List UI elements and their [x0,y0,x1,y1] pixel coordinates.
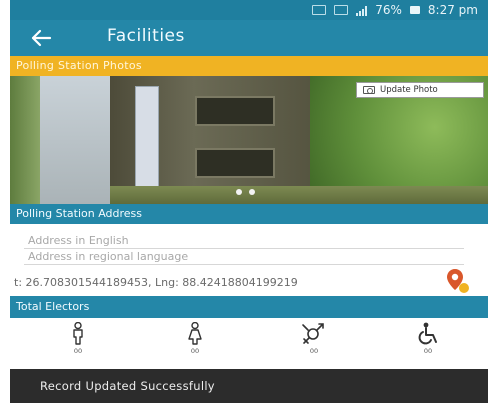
electors-section-header: Total Electors [10,296,488,318]
toolbar: Facilities [10,20,488,56]
camera-icon [363,86,375,94]
male-electors[interactable]: 00 [58,322,98,362]
pwd-count: 00 [423,347,433,355]
address-regional-field[interactable]: Address in regional language [28,250,188,263]
photo-window [195,148,275,178]
polling-station-photo[interactable]: Update Photo [10,76,488,204]
male-icon [73,322,83,345]
battery-icon [409,6,420,14]
female-electors[interactable]: 00 [175,322,215,362]
toast-message: Record Updated Successfully [10,369,488,403]
third-gender-count: 00 [309,347,319,355]
update-photo-label: Update Photo [380,85,438,95]
battery-percent: 76% [375,3,402,17]
wheelchair-icon [418,322,437,345]
back-arrow-icon[interactable] [30,28,52,48]
divider [24,248,464,249]
data-icon [334,5,349,15]
clock: 8:27 pm [427,3,478,17]
photo-tree [10,76,40,204]
address-english-field[interactable]: Address in English [28,234,129,247]
pwd-electors[interactable]: 00 [408,322,448,362]
lat-lng-text: t: 26.708301544189453, Lng: 88.424188041… [14,276,298,289]
sim-icon [312,5,327,15]
facilities-screen: 76% 8:27 pm Facilities Polling Station P… [10,0,488,403]
photo-banner [135,86,159,194]
location-pin-icon[interactable] [446,268,470,294]
photo-pager [236,189,255,195]
third-gender-electors[interactable]: 00 [294,322,334,362]
divider [24,264,464,265]
female-count: 00 [190,347,200,355]
update-photo-button[interactable]: Update Photo [356,82,484,98]
status-bar: 76% 8:27 pm [10,0,488,20]
page-title: Facilities [107,26,185,46]
address-section-header: Polling Station Address [10,204,488,224]
pager-dot[interactable] [236,189,242,195]
photo-ground [110,186,488,204]
photo-window [195,96,275,126]
photos-section-header: Polling Station Photos [10,56,488,76]
third-gender-icon [302,323,324,344]
female-icon [188,322,202,345]
male-count: 00 [73,347,83,355]
signal-icon [356,5,368,16]
pager-dot[interactable] [249,189,255,195]
